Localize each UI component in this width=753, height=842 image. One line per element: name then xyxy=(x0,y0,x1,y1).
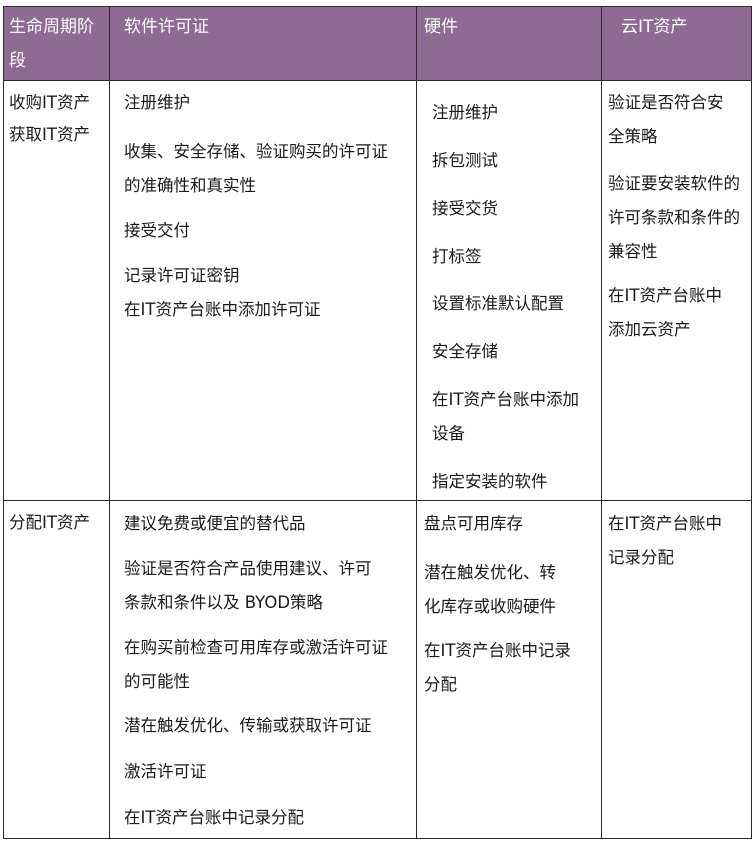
row2-hardware-item: 分配 xyxy=(424,675,457,694)
row2-cloud-item: 记录分配 xyxy=(608,548,674,567)
row2-software-item: 验证是否符合产品使用建议、许可 xyxy=(124,559,372,578)
header-bottom-border xyxy=(3,80,752,81)
row1-hardware-item: 设置标准默认配置 xyxy=(432,294,564,313)
row2-cloud-item: 在IT资产台账中 xyxy=(608,514,722,533)
row1-software-item: 在IT资产台账中添加许可证 xyxy=(124,300,321,319)
row1-hardware-item: 设备 xyxy=(432,424,465,443)
table-border-right xyxy=(751,6,752,839)
row1-cloud-item: 在IT资产台账中 xyxy=(608,286,722,305)
row1-hardware-item: 拆包测试 xyxy=(432,151,498,170)
row1-cloud-item: 兼容性 xyxy=(608,242,658,261)
row1-hardware-item: 在IT资产台账中添加 xyxy=(432,390,579,409)
row1-software-item: 注册维护 xyxy=(124,93,190,112)
row1-hardware-item: 指定安装的软件 xyxy=(432,472,548,491)
table-header: 生命周期阶 段 软件许可证 硬件 云IT资产 xyxy=(3,6,752,81)
row2-hardware-item: 盘点可用库存 xyxy=(424,514,523,533)
row2-software-item: 在购买前检查可用库存或激活许可证 xyxy=(124,638,388,657)
row-divider xyxy=(3,500,752,501)
header-col-lifecycle-line2: 段 xyxy=(9,51,26,71)
col-divider-1 xyxy=(109,6,110,839)
row1-stage-line1: 收购IT资产 xyxy=(9,93,90,112)
col-divider-3 xyxy=(601,6,602,839)
header-col-cloud: 云IT资产 xyxy=(621,17,688,37)
row1-hardware-item: 打标签 xyxy=(432,247,482,266)
row1-stage-line2: 获取IT资产 xyxy=(9,125,90,144)
col-divider-2 xyxy=(416,6,417,839)
row1-cloud-item: 全策略 xyxy=(608,127,658,146)
row1-cloud-item: 验证要安装软件的 xyxy=(608,174,740,193)
row2-software-item: 潜在触发优化、传输或获取许可证 xyxy=(124,716,372,735)
row2-software-item: 条款和条件以及 BYOD策略 xyxy=(124,593,324,612)
row1-hardware-item: 安全存储 xyxy=(432,342,498,361)
row1-cloud-item: 验证是否符合安 xyxy=(608,93,724,112)
table-border-bottom xyxy=(3,838,752,839)
table-border-left xyxy=(3,6,4,839)
row1-cloud-item: 添加云资产 xyxy=(608,320,691,339)
row1-hardware-item: 注册维护 xyxy=(432,103,498,122)
row1-cloud-item: 许可条款和条件的 xyxy=(608,208,740,227)
header-col-lifecycle-line1: 生命周期阶 xyxy=(9,17,94,37)
row2-stage-line1: 分配IT资产 xyxy=(9,513,90,532)
row2-software-item: 在IT资产台账中记录分配 xyxy=(124,808,304,827)
row2-hardware-item: 潜在触发优化、转 xyxy=(424,563,556,582)
row2-software-item: 的可能性 xyxy=(124,672,190,691)
row2-software-item: 激活许可证 xyxy=(124,762,207,781)
row2-software-item: 建议免费或便宜的替代品 xyxy=(124,514,306,533)
table-border-top xyxy=(3,6,752,7)
row1-software-item: 记录许可证密钥 xyxy=(124,266,240,285)
row2-hardware-item: 化库存或收购硬件 xyxy=(424,597,556,616)
header-col-hardware: 硬件 xyxy=(424,17,458,37)
row1-hardware-item: 接受交货 xyxy=(432,199,498,218)
row2-hardware-item: 在IT资产台账中记录 xyxy=(424,641,571,660)
row1-software-item: 收集、安全存储、验证购买的许可证 xyxy=(124,142,388,161)
header-col-software: 软件许可证 xyxy=(124,17,209,37)
row1-software-item: 接受交付 xyxy=(124,221,190,240)
row1-software-item: 的准确性和真实性 xyxy=(124,176,256,195)
